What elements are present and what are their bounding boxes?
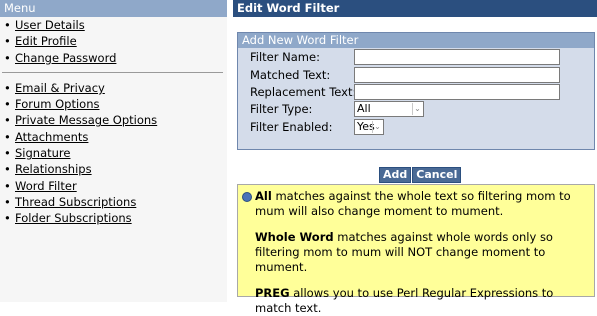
- bullet-icon: •: [4, 50, 11, 65]
- menu-group-account: • User Details • Edit Profile • Change Pass…: [0, 17, 227, 66]
- help-text: matches against the whole text so filter…: [255, 189, 571, 218]
- filter-type-value: All: [357, 102, 371, 115]
- menu-item-change-password[interactable]: • Change Password: [4, 50, 227, 66]
- filter-enabled-select[interactable]: Yes ⌄: [354, 119, 384, 135]
- filter-name-input[interactable]: [354, 49, 560, 65]
- replacement-text-input[interactable]: [354, 84, 560, 100]
- menu-item-email-privacy[interactable]: • Email & Privacy: [4, 80, 227, 96]
- menu-link[interactable]: Email & Privacy: [15, 81, 105, 95]
- menu-item-relationships[interactable]: • Relationships: [4, 161, 227, 177]
- matched-text-label: Matched Text:: [250, 68, 331, 82]
- add-word-filter-form: Add New Word Filter Filter Name: Matched…: [237, 32, 595, 150]
- filter-enabled-label: Filter Enabled:: [250, 120, 333, 134]
- filter-name-label: Filter Name:: [250, 50, 320, 64]
- menu-item-private-message-options[interactable]: • Private Message Options: [4, 112, 227, 128]
- matched-text-row: Matched Text:: [250, 67, 560, 83]
- menu-item-edit-profile[interactable]: • Edit Profile: [4, 33, 227, 49]
- menu-link[interactable]: Forum Options: [15, 97, 100, 111]
- page-title: Edit Word Filter: [233, 0, 597, 17]
- filter-enabled-row: Filter Enabled: Yes ⌄: [250, 119, 384, 135]
- bullet-icon: •: [4, 97, 11, 112]
- matched-text-input[interactable]: [354, 67, 560, 83]
- sidebar-title: Menu: [0, 0, 227, 17]
- help-all: All matches against the whole text so fi…: [255, 189, 584, 219]
- menu-item-signature[interactable]: • Signature: [4, 145, 227, 161]
- menu-group-options: • Email & Privacy • Forum Options • Private…: [0, 80, 227, 227]
- menu-link[interactable]: User Details: [15, 18, 85, 32]
- filter-type-label: Filter Type:: [250, 102, 313, 116]
- bullet-icon: •: [4, 34, 11, 49]
- bullet-icon: •: [4, 162, 11, 177]
- menu-link[interactable]: Relationships: [15, 162, 92, 176]
- menu-item-thread-subscriptions[interactable]: • Thread Subscriptions: [4, 194, 227, 210]
- help-preg: PREG allows you to use Perl Regular Expr…: [255, 286, 584, 316]
- filter-type-help: All matches against the whole text so fi…: [237, 184, 595, 315]
- bullet-icon: •: [4, 211, 11, 226]
- menu-item-attachments[interactable]: • Attachments: [4, 129, 227, 145]
- bullet-icon: •: [4, 194, 11, 209]
- bullet-icon: •: [4, 146, 11, 161]
- menu-link[interactable]: Attachments: [15, 130, 88, 144]
- form-actions: Add Cancel: [379, 167, 462, 183]
- menu-link[interactable]: Signature: [15, 146, 70, 160]
- help-term: PREG: [255, 286, 290, 300]
- menu-link[interactable]: Private Message Options: [15, 113, 157, 127]
- menu-link[interactable]: Change Password: [15, 51, 116, 65]
- chevron-down-icon: ⌄: [372, 121, 382, 133]
- bullet-icon: •: [4, 113, 11, 128]
- main-panel: Edit Word Filter Add New Word Filter Fil…: [233, 0, 597, 315]
- menu-link[interactable]: Word Filter: [15, 179, 77, 193]
- menu-link[interactable]: Folder Subscriptions: [15, 211, 132, 225]
- bullet-icon: •: [4, 80, 11, 95]
- form-title: Add New Word Filter: [238, 33, 594, 48]
- help-whole-word: Whole Word matches against whole words o…: [255, 230, 584, 275]
- menu-item-word-filter[interactable]: • Word Filter: [4, 178, 227, 194]
- bullet-icon: •: [4, 178, 11, 193]
- sidebar-menu: Menu • User Details • Edit Profile • Change…: [0, 0, 227, 302]
- help-term: All: [255, 189, 272, 203]
- replacement-text-row: Replacement Text:: [250, 84, 560, 100]
- bullet-icon: •: [4, 18, 11, 32]
- bullet-icon: •: [4, 129, 11, 144]
- help-text: allows you to use Perl Regular Expressio…: [255, 286, 554, 315]
- filter-name-row: Filter Name:: [250, 49, 560, 65]
- menu-link[interactable]: Edit Profile: [15, 34, 77, 48]
- info-icon: [242, 192, 252, 202]
- chevron-down-icon: ⌄: [412, 103, 422, 115]
- menu-item-user-details[interactable]: • User Details: [4, 17, 227, 33]
- menu-link[interactable]: Thread Subscriptions: [15, 195, 136, 209]
- replacement-text-label: Replacement Text:: [250, 85, 357, 99]
- add-button[interactable]: Add: [379, 167, 412, 183]
- menu-item-folder-subscriptions[interactable]: • Folder Subscriptions: [4, 210, 227, 226]
- filter-type-select[interactable]: All ⌄: [354, 101, 424, 117]
- menu-item-forum-options[interactable]: • Forum Options: [4, 96, 227, 112]
- filter-type-row: Filter Type: All ⌄: [250, 101, 424, 117]
- cancel-button[interactable]: Cancel: [412, 167, 462, 183]
- menu-divider: [2, 71, 223, 73]
- help-term: Whole Word: [255, 230, 334, 244]
